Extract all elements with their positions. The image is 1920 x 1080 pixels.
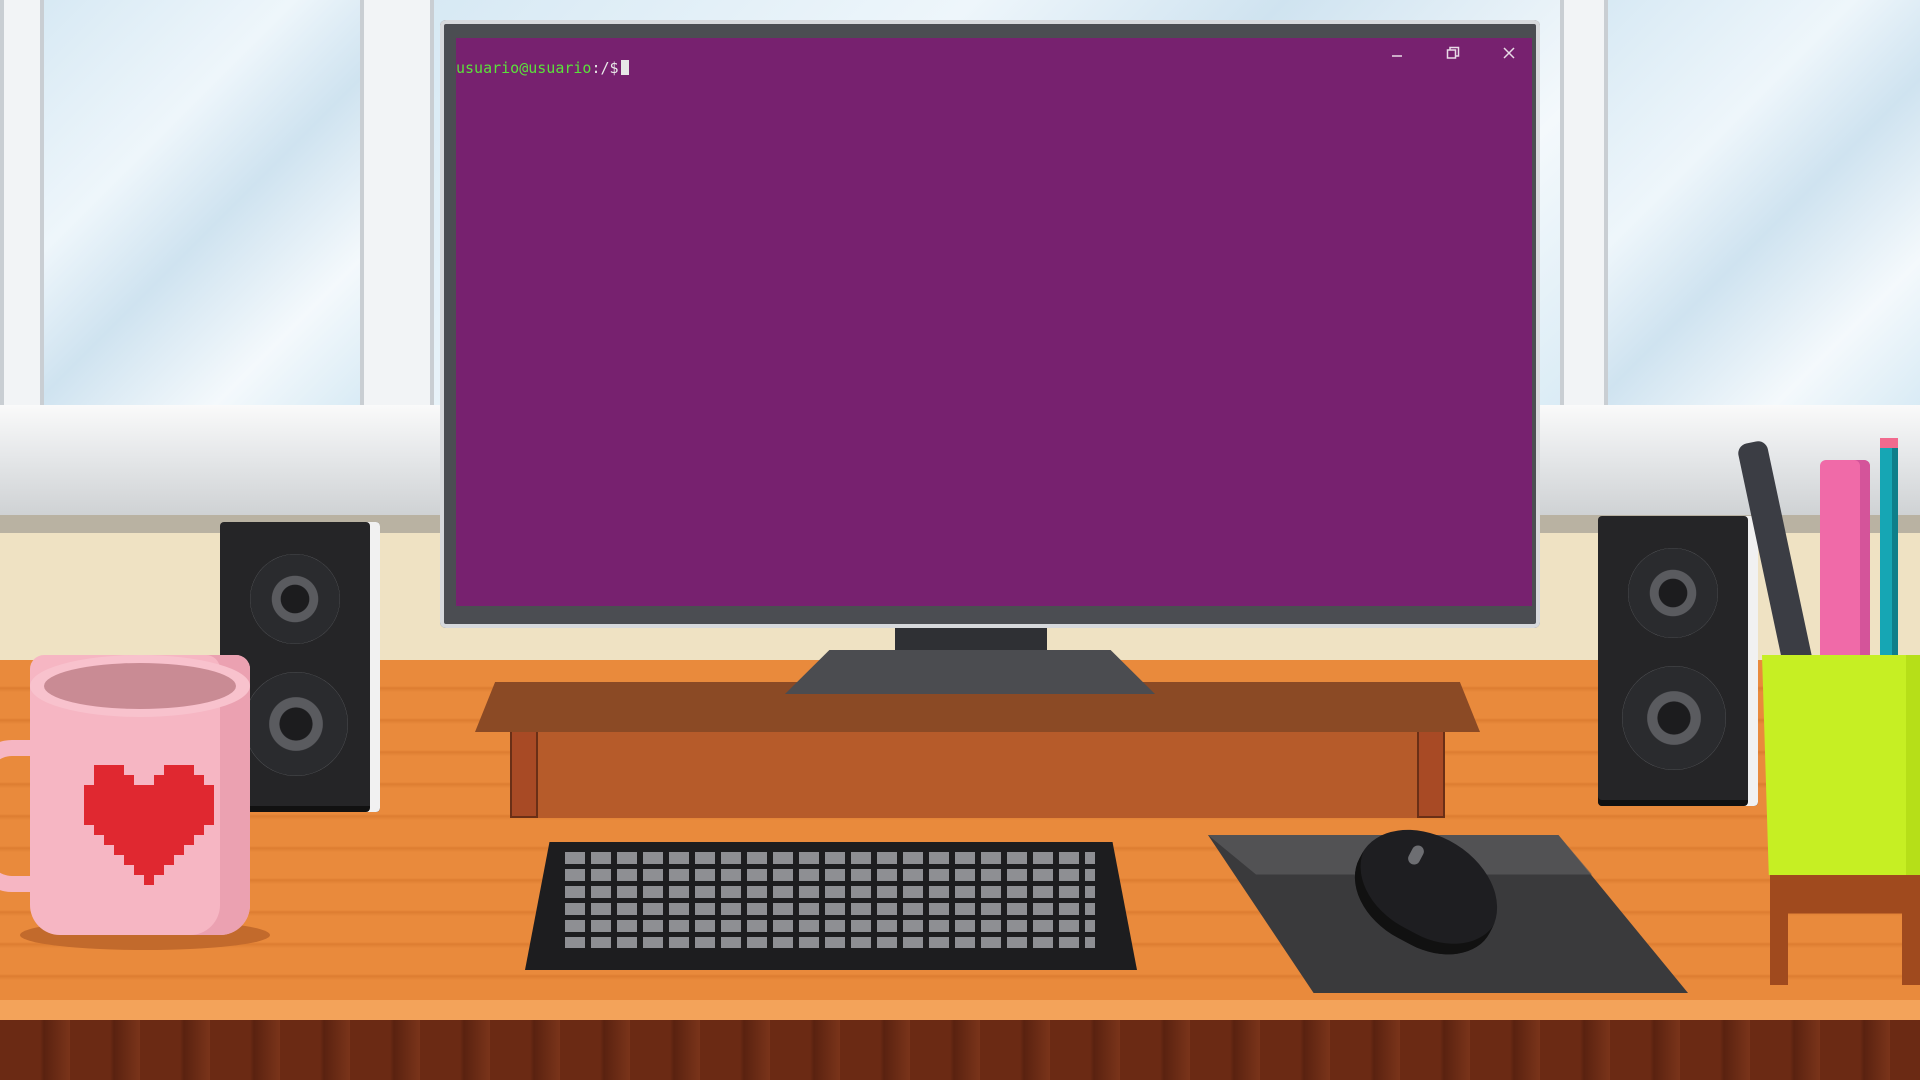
window-frame [0, 0, 44, 420]
mug-coffee [44, 663, 236, 709]
highlighter-marker [1820, 460, 1870, 670]
coffee-mug [30, 655, 250, 935]
close-icon[interactable] [1500, 44, 1518, 62]
monitor-shelf-leg [1417, 728, 1445, 818]
minimize-icon[interactable] [1388, 44, 1406, 62]
heart-icon [84, 765, 214, 885]
terminal-prompt-line[interactable]: usuario@usuario:/$ [456, 58, 629, 78]
text-cursor [620, 60, 629, 75]
prompt-user: usuario@usuario [456, 59, 592, 77]
window-frame [360, 0, 434, 420]
window-right [1600, 0, 1920, 405]
monitor-shelf-body [510, 728, 1445, 818]
restore-icon[interactable] [1444, 44, 1462, 62]
monitor-base [785, 650, 1155, 694]
terminal-window[interactable]: usuario@usuario:/$ [456, 38, 1532, 606]
pen-cup [1762, 655, 1920, 875]
speaker-woofer [1622, 666, 1726, 770]
speaker-tweeter [1628, 548, 1718, 638]
prompt-path: :/$ [591, 59, 619, 77]
window-controls [1388, 44, 1518, 62]
window-frame [1560, 0, 1608, 420]
window-left [40, 0, 360, 405]
monitor-shelf-leg [510, 728, 538, 818]
desk-scene: usuario@usuario:/$ [0, 0, 1920, 1080]
desk-front [0, 1020, 1920, 1080]
speaker-right [1598, 516, 1758, 806]
keyboard-keys [565, 852, 1095, 948]
desk-edge [0, 1000, 1920, 1020]
pencil [1880, 448, 1898, 673]
speaker-woofer [244, 672, 348, 776]
speaker-tweeter [250, 554, 340, 644]
